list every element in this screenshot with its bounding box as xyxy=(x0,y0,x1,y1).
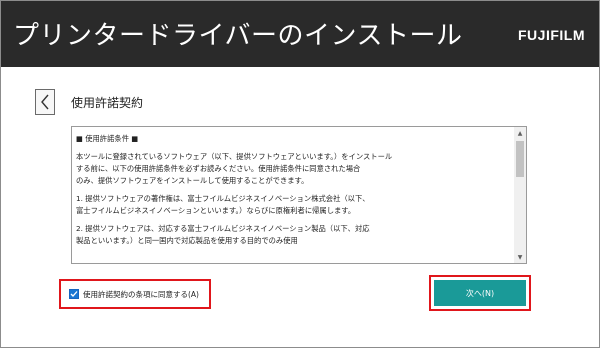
license-text: ■ 使用許諾条件 ■ 本ツールに登録されているソフトウェア（以下、提供ソフトウェ… xyxy=(76,133,514,253)
header-bar: プリンタードライバーのインストール FUJIFILM xyxy=(1,1,599,67)
fujifilm-logo: FUJIFILM xyxy=(518,27,585,43)
license-line: 2. 提供ソフトウェアは、対応する富士フイルムビジネスイノベーション製品（以下、… xyxy=(76,224,370,233)
checkmark-icon xyxy=(70,291,78,297)
license-line: 製品といいます。）と同一国内で対応製品を使用する目的でのみ使用 xyxy=(76,236,298,245)
license-scrollbar[interactable]: ▲ ▼ xyxy=(514,127,526,263)
agree-highlight: 使用許諾契約の条項に同意する(A) xyxy=(59,279,211,309)
chevron-left-icon xyxy=(41,94,49,110)
page-title: 使用許諾契約 xyxy=(71,96,144,110)
agree-label[interactable]: 使用許諾契約の条項に同意する(A) xyxy=(83,289,199,300)
license-heading: ■ 使用許諾条件 ■ xyxy=(76,134,139,143)
scroll-thumb[interactable] xyxy=(516,141,524,177)
next-highlight: 次へ(N) xyxy=(429,275,531,311)
license-line: 富士フイルムビジネスイノベーションといいます。）ならびに原権利者に帰属します。 xyxy=(76,206,356,215)
next-button[interactable]: 次へ(N) xyxy=(434,280,526,306)
license-line: のみ、提供ソフトウェアをインストールして使用することができます。 xyxy=(76,176,309,185)
agree-checkbox[interactable] xyxy=(69,289,79,299)
license-paragraph-1: 本ツールに登録されているソフトウェア（以下、提供ソフトウェアといいます。）をイン… xyxy=(76,151,514,187)
license-paragraph-2: 1. 提供ソフトウェアの著作権は、富士フイルムビジネスイノベーション株式会社（以… xyxy=(76,193,514,217)
license-line: 本ツールに登録されているソフトウェア（以下、提供ソフトウェアといいます。）をイン… xyxy=(76,152,393,161)
scroll-up-icon[interactable]: ▲ xyxy=(514,128,526,138)
license-line: 1. 提供ソフトウェアの著作権は、富士フイルムビジネスイノベーション株式会社（以… xyxy=(76,194,370,203)
window-title: プリンタードライバーのインストール xyxy=(13,21,463,51)
license-line: する前に、以下の使用許諾条件を必ずお読みください。使用許諾条件に同意された場合 xyxy=(76,164,361,173)
license-paragraph-3: 2. 提供ソフトウェアは、対応する富士フイルムビジネスイノベーション製品（以下、… xyxy=(76,223,514,247)
installer-window: プリンタードライバーのインストール FUJIFILM 使用許諾契約 ■ 使用許諾… xyxy=(0,0,600,348)
license-textbox[interactable]: ■ 使用許諾条件 ■ 本ツールに登録されているソフトウェア（以下、提供ソフトウェ… xyxy=(71,126,527,264)
scroll-down-icon[interactable]: ▼ xyxy=(514,252,526,262)
back-button[interactable] xyxy=(35,89,55,115)
